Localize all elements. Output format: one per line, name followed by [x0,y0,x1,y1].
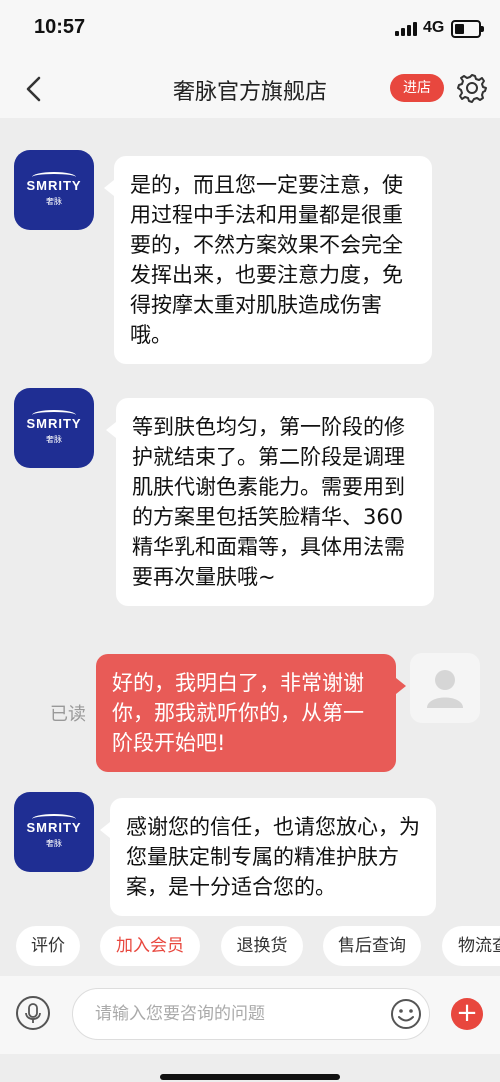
message-text: 等到肤色均匀，第一阶段的修护就结束了。第二阶段是调理肌肤代谢色素能力。需要用到的… [132,415,405,589]
status-bar: 10:57 4G [0,0,500,60]
quick-reply-return[interactable]: 退换货 [221,926,303,966]
input-bar: 请输入您要咨询的问题 + [0,976,500,1054]
store-avatar[interactable]: SMRITY 奢脉 [14,792,94,872]
gear-icon[interactable] [456,72,488,104]
brand-logo-text: SMRITY [26,416,82,431]
quick-reply-logistics[interactable]: 物流查 [442,926,500,966]
message-bubble[interactable]: 感谢您的信任，也请您放心，为您量肤定制专属的精准护肤方案，是十分适合您的。 [100,798,436,916]
brand-logo-sub: 奢脉 [46,435,62,444]
brand-logo-sub: 奢脉 [46,197,62,206]
brand-logo-text: SMRITY [26,820,82,835]
brand-logo-text: SMRITY [26,178,82,193]
read-status: 已读 [50,704,86,725]
message-bubble[interactable]: 等到肤色均匀，第一阶段的修护就结束了。第二阶段是调理肌肤代谢色素能力。需要用到的… [106,398,434,606]
message-input[interactable]: 请输入您要咨询的问题 [72,988,430,1040]
home-indicator [160,1074,340,1080]
quick-reply-after-sales[interactable]: 售后查询 [323,926,421,966]
chat-area: SMRITY 奢脉 是的，而且您一定要注意，使用过程中手法和用量都是很重要的，不… [0,118,500,918]
user-avatar[interactable] [410,653,480,723]
quick-reply-bar: 评价 加入会员 退换货 售后查询 物流查 [0,918,500,976]
quick-reply-join-member[interactable]: 加入会员 [100,926,200,966]
brand-logo-sub: 奢脉 [46,839,62,848]
message-text: 好的，我明白了，非常谢谢你，那我就听你的，从第一阶段开始吧! [112,671,364,755]
message-text: 感谢您的信任，也请您放心，为您量肤定制专属的精准护肤方案，是十分适合您的。 [126,815,420,899]
my-message-bubble[interactable]: 好的，我明白了，非常谢谢你，那我就听你的，从第一阶段开始吧! [96,654,406,772]
nav-bar: 奢脉官方旗舰店 进店 [0,60,500,118]
enter-store-button[interactable]: 进店 [390,74,444,102]
store-avatar[interactable]: SMRITY 奢脉 [14,388,94,468]
emoji-icon[interactable] [390,998,422,1030]
signal-icon [395,22,417,36]
add-icon[interactable]: + [451,998,483,1030]
message-text: 是的，而且您一定要注意，使用过程中手法和用量都是很重要的，不然方案效果不会完全发… [130,173,403,347]
message-bubble[interactable]: 是的，而且您一定要注意，使用过程中手法和用量都是很重要的，不然方案效果不会完全发… [104,156,432,364]
battery-icon [451,20,484,38]
network-type: 4G [423,19,445,36]
status-time: 10:57 [34,16,86,38]
microphone-icon[interactable] [16,996,50,1030]
person-icon [427,670,463,708]
store-avatar[interactable]: SMRITY 奢脉 [14,150,94,230]
quick-reply-review[interactable]: 评价 [16,926,80,966]
